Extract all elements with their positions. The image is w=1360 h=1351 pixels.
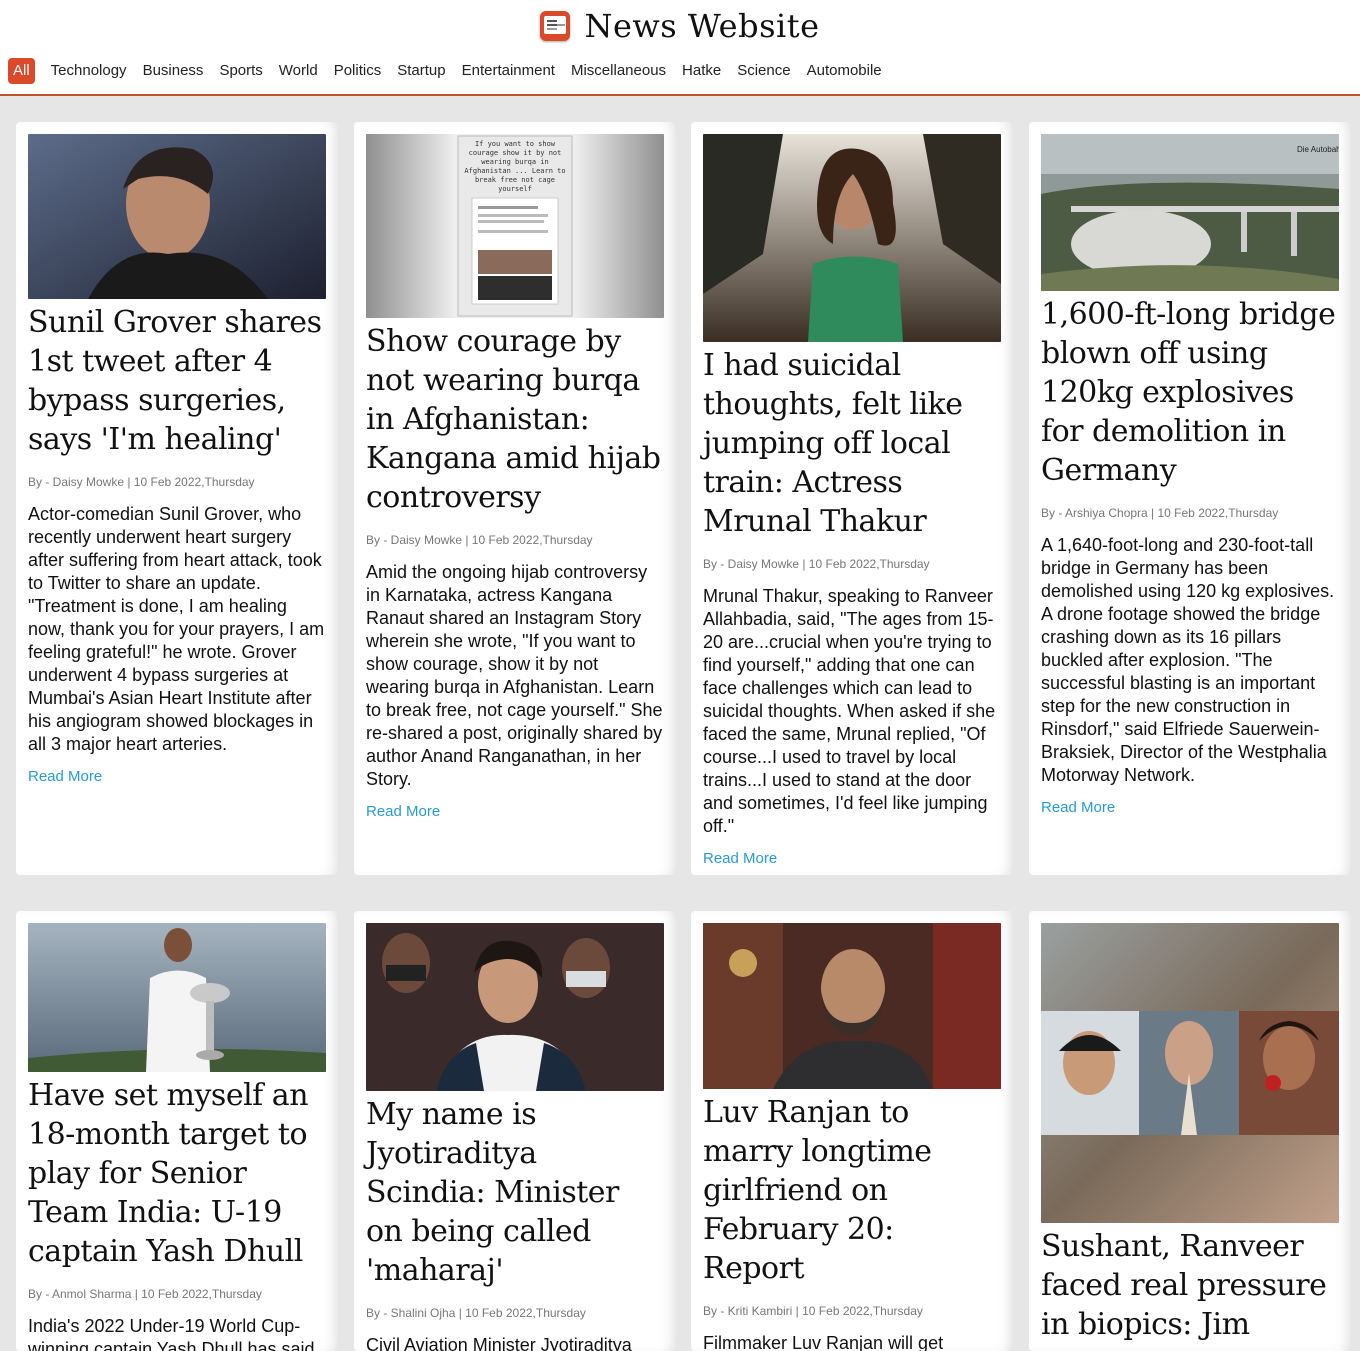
news-card: Die Autobahn 1,600-ft-long bridge blown … (1029, 122, 1351, 875)
article-image[interactable] (366, 923, 664, 1091)
article-byline: By - Arshiya Chopra | 10 Feb 2022,Thursd… (1041, 506, 1279, 520)
svg-text:courage show it by not: courage show it by not (469, 149, 562, 157)
article-summary: Mrunal Thakur, speaking to Ranveer Allah… (703, 586, 996, 836)
news-grid: Sunil Grover shares 1st tweet after 4 by… (0, 96, 1360, 1351)
read-more-link[interactable]: Read More (28, 768, 102, 785)
article-byline: By - Shalini Ojha | 10 Feb 2022,Thursday (366, 1306, 586, 1320)
article-headline[interactable]: 1,600-ft-long bridge blown off using 120… (1041, 295, 1339, 490)
article-image[interactable]: Die Autobahn (1041, 134, 1339, 291)
nav-item-entertainment[interactable]: Entertainment (454, 58, 563, 84)
nav-item-politics[interactable]: Politics (326, 58, 390, 84)
news-card: Sushant, Ranveer faced real pressure in … (1029, 911, 1351, 1351)
article-image[interactable] (28, 923, 326, 1072)
nav-item-all[interactable]: All (8, 58, 35, 84)
article-headline[interactable]: Luv Ranjan to marry longtime girlfriend … (703, 1093, 1001, 1288)
article-byline: By - Daisy Mowke | 10 Feb 2022,Thursday (28, 475, 255, 489)
article-summary: Actor-comedian Sunil Grover, who recentl… (28, 504, 325, 754)
article-image[interactable] (1041, 923, 1339, 1223)
nav-item-technology[interactable]: Technology (43, 58, 135, 84)
site-header: News Website All Technology Business Spo… (0, 0, 1360, 96)
article-image[interactable]: If you want to show courage show it by n… (366, 134, 664, 318)
article-summary: Civil Aviation Minister Jyotiraditya Sci… (366, 1335, 632, 1351)
article-headline[interactable]: Show courage by not wearing burqa in Afg… (366, 322, 664, 517)
article-image[interactable] (28, 134, 326, 299)
svg-text:break free not cage: break free not cage (475, 176, 555, 184)
brand[interactable]: News Website (0, 4, 1360, 48)
story-overlay-text: If you want to show (475, 140, 556, 148)
article-summary: Filmmaker Luv Ranjan will get married to… (703, 1333, 944, 1351)
article-byline: By - Daisy Mowke | 10 Feb 2022,Thursday (366, 533, 593, 547)
nav-item-startup[interactable]: Startup (389, 58, 453, 84)
article-headline[interactable]: My name is Jyotiraditya Scindia: Ministe… (366, 1095, 664, 1290)
read-more-link[interactable]: Read More (366, 803, 440, 820)
nav-item-hatke[interactable]: Hatke (674, 58, 729, 84)
article-image[interactable] (703, 134, 1001, 342)
category-nav: All Technology Business Sports World Pol… (8, 57, 890, 85)
nav-item-sports[interactable]: Sports (211, 58, 270, 84)
nav-item-miscellaneous[interactable]: Miscellaneous (563, 58, 674, 84)
article-summary: Amid the ongoing hijab controversy in Ka… (366, 562, 663, 789)
article-headline[interactable]: Sushant, Ranveer faced real pressure in … (1041, 1227, 1339, 1344)
article-headline[interactable]: Sunil Grover shares 1st tweet after 4 by… (28, 303, 326, 459)
news-card: Sunil Grover shares 1st tweet after 4 by… (16, 122, 338, 875)
nav-item-automobile[interactable]: Automobile (799, 58, 890, 84)
svg-text:wearing burqa in: wearing burqa in (481, 158, 548, 166)
article-byline: By - Daisy Mowke | 10 Feb 2022,Thursday (703, 557, 930, 571)
article-image[interactable] (703, 923, 1001, 1089)
newspaper-icon (540, 11, 571, 41)
news-card: Have set myself an 18-month target to pl… (16, 911, 338, 1351)
nav-item-world[interactable]: World (271, 58, 326, 84)
news-card: Luv Ranjan to marry longtime girlfriend … (691, 911, 1013, 1351)
read-more-link[interactable]: Read More (703, 850, 777, 867)
article-summary: India's 2022 Under-19 World Cup-winning … (28, 1316, 315, 1351)
nav-item-business[interactable]: Business (135, 58, 212, 84)
read-more-link[interactable]: Read More (1041, 799, 1115, 816)
article-headline[interactable]: I had suicidal thoughts, felt like jumpi… (703, 346, 1001, 541)
svg-text:yourself: yourself (498, 185, 532, 193)
article-headline[interactable]: Have set myself an 18-month target to pl… (28, 1076, 326, 1271)
news-card: If you want to show courage show it by n… (354, 122, 676, 875)
svg-text:Afghanistan ... Learn to: Afghanistan ... Learn to (464, 167, 565, 175)
article-byline: By - Kriti Kambiri | 10 Feb 2022,Thursda… (703, 1304, 923, 1318)
nav-item-science[interactable]: Science (729, 58, 798, 84)
news-card: My name is Jyotiraditya Scindia: Ministe… (354, 911, 676, 1351)
image-watermark: Die Autobahn (1297, 145, 1339, 154)
article-byline: By - Anmol Sharma | 10 Feb 2022,Thursday (28, 1287, 262, 1301)
article-summary: A 1,640-foot-long and 230-foot-tall brid… (1041, 535, 1335, 785)
site-title: News Website (584, 7, 820, 45)
news-card: I had suicidal thoughts, felt like jumpi… (691, 122, 1013, 875)
